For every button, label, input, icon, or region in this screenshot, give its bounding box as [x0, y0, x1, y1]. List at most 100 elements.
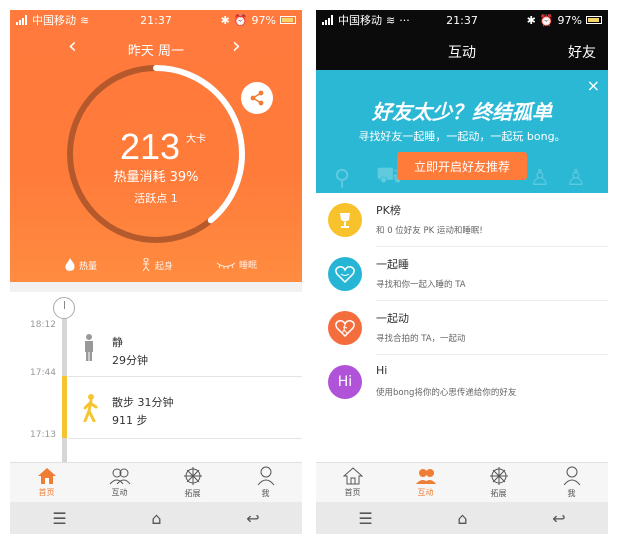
calorie-hero: 中国移动 ≋ 21:37 ✱ ⏰ 97% ‹ 昨天 周一 › 213 大卡 热量…: [10, 10, 302, 282]
tab-home[interactable]: 首页: [10, 463, 83, 502]
status-time: 21:37: [140, 13, 172, 27]
people-icon: [415, 469, 436, 484]
tab-interact-label: 互动: [111, 488, 128, 497]
banner-title: 好友太少？终结孤单: [372, 100, 552, 124]
tab-sleep[interactable]: 睡眠: [216, 258, 257, 271]
bottom-tab-bar: 首页 互动 拓展 我: [10, 462, 302, 502]
page-title: 互动: [448, 45, 476, 61]
home-outline-icon[interactable]: ⌂: [457, 509, 467, 528]
system-nav-bar: ☰ ⌂ ↩: [10, 502, 302, 534]
heart-runner-icon: [328, 311, 362, 345]
tab-me[interactable]: 我: [535, 463, 608, 502]
timeline-divider: [68, 438, 302, 439]
bluetooth-icon: ✱: [220, 13, 230, 27]
wheel-icon: [489, 467, 508, 485]
timeline-time: 18:12: [30, 320, 56, 330]
activity-timeline: 18:12 17:44 17:13 静 29分钟 散步 31分钟 911 步: [10, 282, 302, 462]
walking-person-icon: [83, 394, 98, 422]
alarm-icon: ⏰: [539, 13, 554, 27]
tab-expand-label: 拓展: [490, 489, 507, 498]
hi-icon: Hi: [328, 365, 362, 399]
close-icon[interactable]: ×: [587, 76, 600, 95]
list-item-sleep-together[interactable]: 一起睡 寻找和你一起入睡的 TA: [316, 247, 608, 301]
tab-home[interactable]: 首页: [316, 463, 389, 502]
battery-percent: 97%: [557, 13, 582, 27]
date-navigator: ‹ 昨天 周一 ›: [10, 36, 302, 60]
status-time: 21:37: [446, 13, 478, 27]
bike-icon: ⚲: [334, 166, 351, 191]
list-item-title: 一起动: [376, 312, 409, 325]
signal-icon: [322, 15, 334, 25]
wheel-icon: [183, 467, 202, 485]
tab-calorie-label: 热量: [79, 261, 98, 272]
list-item-subtitle: 寻找和你一起入睡的 TA: [376, 280, 466, 290]
share-button[interactable]: [241, 82, 273, 114]
battery-percent: 97%: [251, 13, 276, 27]
battery-icon: [280, 16, 296, 24]
status-bar: 中国移动 ≋ 21:37 ✱ ⏰ 97%: [10, 10, 302, 30]
list-item-subtitle: 寻找合拍的 TA，一起动: [376, 334, 466, 344]
sleep-eye-icon: [216, 262, 236, 269]
interact-header: 中国移动 ≋ ··· 21:37 ✱ ⏰ 97% 互动 好友: [316, 10, 608, 70]
runner-icon: ♙: [530, 166, 550, 191]
tab-rise[interactable]: 起身: [140, 258, 173, 272]
alarm-icon: ⏰: [233, 13, 248, 27]
stand-icon: [142, 258, 150, 272]
tab-interact[interactable]: 互动: [389, 463, 462, 502]
timeline-active-segment: [62, 376, 67, 438]
tab-rise-label: 起身: [155, 261, 174, 272]
bluetooth-icon: ✱: [526, 13, 536, 27]
friend-recommend-banner: ⚲ ⛟ ♙ ♙ × 好友太少？终结孤单 寻找好友一起睡，一起动，一起玩 bong…: [316, 70, 608, 193]
list-item-pk[interactable]: PK榜 和 0 位好友 PK 运动和睡眠!: [316, 193, 608, 247]
next-day-button[interactable]: ›: [232, 36, 241, 58]
carrier-label: 中国移动: [32, 14, 76, 27]
people-icon: [109, 468, 130, 485]
menu-icon[interactable]: ☰: [358, 509, 372, 528]
bottom-tab-bar: 首页 互动 拓展 我: [316, 462, 608, 502]
tab-expand[interactable]: 拓展: [462, 463, 535, 502]
tab-calorie[interactable]: 热量: [64, 258, 97, 272]
tab-expand[interactable]: 拓展: [156, 463, 229, 502]
enable-recommend-button[interactable]: 立即开启好友推荐: [397, 152, 527, 180]
tab-interact-label: 互动: [417, 488, 434, 497]
signal-icon: [16, 15, 28, 25]
runner-icon: ♙: [566, 166, 586, 191]
calorie-unit: 大卡: [186, 134, 206, 145]
timeline-time: 17:13: [30, 430, 56, 440]
more-dots-icon: ···: [399, 13, 410, 27]
person-icon: [563, 466, 580, 486]
home-outline-icon[interactable]: ⌂: [151, 509, 161, 528]
system-nav-bar: ☰ ⌂ ↩: [316, 502, 608, 534]
timeline-entry-title: 散步 31分钟: [112, 396, 174, 409]
tab-me-label: 我: [261, 489, 270, 498]
list-item-move-together[interactable]: 一起动 寻找合拍的 TA，一起动: [316, 301, 608, 355]
tab-me-label: 我: [567, 489, 576, 498]
timeline-entry-subtitle: 29分钟: [112, 354, 148, 367]
tab-me[interactable]: 我: [229, 463, 302, 502]
phone-interact-screen: 中国移动 ≋ ··· 21:37 ✱ ⏰ 97% 互动 好友 ⚲ ⛟ ♙ ♙ ×…: [316, 10, 608, 534]
list-item-hi[interactable]: Hi Hi 使用bong将你的心思传递给你的好友: [316, 355, 608, 409]
back-icon[interactable]: ↩: [552, 509, 565, 528]
tab-interact[interactable]: 互动: [83, 463, 156, 502]
friends-button[interactable]: 好友: [568, 42, 596, 62]
status-bar: 中国移动 ≋ ··· 21:37 ✱ ⏰ 97%: [316, 10, 608, 30]
wifi-icon: ≋: [386, 13, 396, 27]
person-icon: [257, 466, 274, 486]
phone-home-screen: 中国移动 ≋ 21:37 ✱ ⏰ 97% ‹ 昨天 周一 › 213 大卡 热量…: [10, 10, 302, 534]
share-icon: [250, 90, 264, 106]
calorie-consumed-text: 热量消耗 39%: [113, 170, 199, 185]
timeline-entry-title: 静: [112, 336, 123, 349]
tab-home-label: 首页: [38, 488, 55, 497]
standing-person-icon: [85, 334, 93, 361]
menu-icon[interactable]: ☰: [52, 509, 66, 528]
active-points: 活跃点 1: [134, 192, 178, 205]
carrier-label: 中国移动: [338, 14, 382, 27]
timeline-time: 17:44: [30, 368, 56, 378]
back-icon[interactable]: ↩: [246, 509, 259, 528]
home-icon: [37, 468, 56, 484]
timeline-divider: [68, 376, 302, 377]
tab-home-label: 首页: [344, 488, 361, 497]
heart-sleep-icon: [328, 257, 362, 291]
banner-subtitle: 寻找好友一起睡，一起动，一起玩 bong。: [358, 130, 566, 143]
home-icon: [342, 467, 363, 485]
